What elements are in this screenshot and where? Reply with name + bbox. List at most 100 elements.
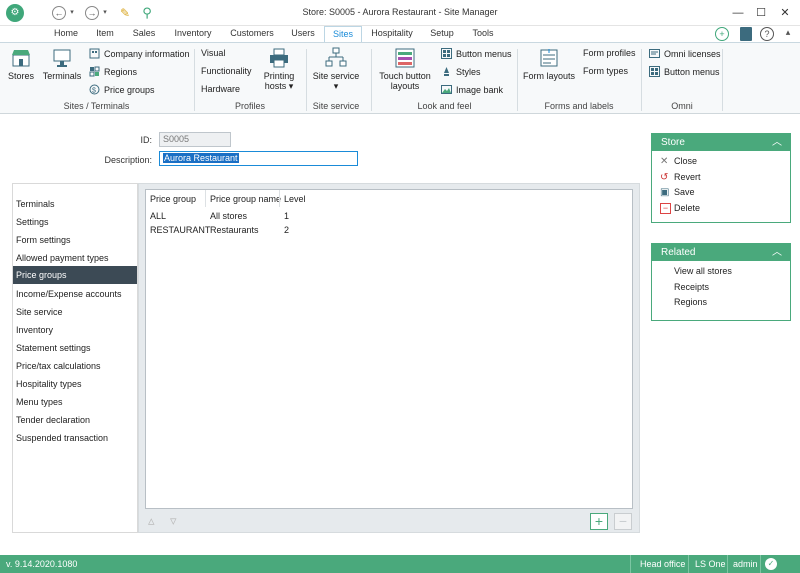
nav-item-menu-types[interactable]: Menu types [13, 393, 137, 411]
description-field[interactable]: Aurora Restaurant [159, 151, 358, 166]
stores-label: Stores [7, 71, 34, 81]
form-layouts-button[interactable]: Form layouts [521, 47, 577, 81]
tab-item[interactable]: Item [88, 26, 122, 42]
store-revert-link[interactable]: Revert [674, 172, 701, 182]
image-bank-icon [441, 85, 452, 94]
column-divider [279, 190, 280, 207]
functionality-button[interactable]: Functionality [201, 66, 252, 76]
column-header-level[interactable]: Level [284, 194, 306, 204]
nav-item-allowed-payment-types[interactable]: Allowed payment types [13, 249, 137, 267]
tab-tools[interactable]: Tools [466, 26, 500, 42]
nav-item-income-expense-accounts[interactable]: Income/Expense accounts [13, 285, 137, 303]
company-information-button[interactable]: Company information [89, 48, 190, 59]
visual-button[interactable]: Visual [201, 48, 225, 58]
price-groups-button[interactable]: $ Price groups [89, 84, 155, 95]
styles-button[interactable]: Styles [441, 66, 481, 77]
nav-item-terminals[interactable]: Terminals [13, 195, 137, 213]
nav-item-tender-declaration[interactable]: Tender declaration [13, 411, 137, 429]
minimize-button[interactable]: — [727, 3, 749, 23]
nav-item-hospitality-types[interactable]: Hospitality types [13, 375, 137, 393]
form-profiles-button[interactable]: Form profiles [583, 48, 636, 58]
omni-button-menus-label: Button menus [664, 67, 720, 77]
description-value: Aurora Restaurant [163, 153, 239, 163]
touch-button-layouts-label-1: Touch button [379, 71, 431, 81]
collapse-icon[interactable]: ︿ [772, 244, 782, 261]
table-row[interactable]: RESTAURANT Restaurants 2 [146, 223, 632, 237]
forward-dropdown-icon[interactable]: ▾ [101, 4, 109, 22]
printing-hosts-button[interactable]: Printing hosts ▾ [258, 47, 300, 92]
regions-button[interactable]: Regions [89, 66, 137, 77]
back-dropdown-icon[interactable]: ▾ [68, 4, 76, 22]
company-information-label: Company information [104, 49, 190, 59]
nav-item-inventory[interactable]: Inventory [13, 321, 137, 339]
nav-item-price-groups[interactable]: Price groups [13, 266, 137, 284]
store-close-link[interactable]: Close [674, 156, 697, 166]
nav-item-site-service[interactable]: Site service [13, 303, 137, 321]
svg-text:$: $ [92, 88, 96, 95]
button-menus-button[interactable]: Button menus [441, 48, 512, 59]
back-icon[interactable]: ← [52, 6, 66, 20]
price-groups-grid[interactable]: Price group Price group name Level ALL A… [145, 189, 633, 509]
add-circle-icon[interactable]: + [715, 27, 729, 41]
nav-item-suspended-transaction[interactable]: Suspended transaction [13, 429, 137, 447]
nav-item-form-settings[interactable]: Form settings [13, 231, 137, 249]
terminals-button[interactable]: Terminals [40, 47, 84, 81]
column-header-price-group-name[interactable]: Price group name [210, 194, 281, 204]
related-regions-link[interactable]: Regions [674, 297, 707, 307]
nav-item-price-tax-calculations[interactable]: Price/tax calculations [13, 357, 137, 375]
related-receipts-link[interactable]: Receipts [674, 282, 709, 292]
tab-home[interactable]: Home [48, 26, 84, 42]
store-delete-link[interactable]: Delete [674, 203, 700, 213]
search-icon[interactable]: ⚲ [138, 4, 156, 22]
hardware-button[interactable]: Hardware [201, 84, 240, 94]
notes-icon[interactable]: ✎ [116, 4, 134, 22]
touch-button-layouts-button[interactable]: Touch button layouts [376, 47, 434, 91]
database-icon[interactable] [740, 27, 752, 41]
remove-row-button[interactable]: − [614, 513, 632, 530]
omni-button-menus-button[interactable]: Button menus [649, 66, 720, 77]
move-up-icon[interactable]: ▵ [148, 513, 155, 529]
form-layouts-label: Form layouts [522, 71, 575, 81]
collapse-icon[interactable]: ︿ [772, 134, 782, 151]
button-menus-icon [649, 66, 660, 77]
store-save-link[interactable]: Save [674, 187, 695, 197]
tab-inventory[interactable]: Inventory [166, 26, 220, 42]
store-actions-panel: Store ︿ ✕ Close ↺ Revert ▣ Save − Delete [651, 133, 791, 223]
styles-icon [444, 67, 449, 76]
site-service-button[interactable]: Site service ▾ [311, 47, 361, 92]
form-types-button[interactable]: Form types [583, 66, 628, 76]
stores-button[interactable]: Stores [4, 47, 38, 81]
omni-licenses-button[interactable]: Omni licenses [649, 48, 721, 59]
tab-customers[interactable]: Customers [224, 26, 280, 42]
add-row-button[interactable]: + [590, 513, 608, 530]
printer-icon [270, 48, 288, 68]
tab-sites[interactable]: Sites [324, 26, 362, 42]
tab-hospitality[interactable]: Hospitality [366, 26, 418, 42]
forward-icon[interactable]: → [85, 6, 99, 20]
revert-icon: ↺ [660, 172, 669, 183]
status-divider [688, 555, 689, 573]
nav-item-settings[interactable]: Settings [13, 213, 137, 231]
tab-sales[interactable]: Sales [126, 26, 162, 42]
cell-level: 2 [284, 225, 290, 235]
move-down-icon[interactable]: ▿ [170, 513, 177, 529]
maximize-button[interactable]: ☐ [750, 3, 772, 23]
id-label: ID: [140, 135, 152, 145]
column-header-price-group[interactable]: Price group [150, 194, 196, 204]
collapse-ribbon-icon[interactable]: ▴ [782, 27, 794, 41]
terminal-icon [53, 49, 71, 67]
status-ok-icon: ✓ [765, 558, 777, 570]
image-bank-button[interactable]: Image bank [441, 84, 503, 95]
close-window-button[interactable]: ✕ [774, 3, 796, 23]
cell-price-group: ALL [150, 211, 167, 221]
nav-item-statement-settings[interactable]: Statement settings [13, 339, 137, 357]
tab-setup[interactable]: Setup [424, 26, 460, 42]
table-row[interactable]: ALL All stores 1 [146, 209, 632, 223]
help-icon[interactable]: ? [760, 27, 774, 41]
tab-users[interactable]: Users [284, 26, 322, 42]
related-panel-header[interactable]: Related ︿ [652, 244, 790, 261]
store-panel-header[interactable]: Store ︿ [652, 134, 790, 151]
location-text: Head office [640, 559, 686, 569]
status-divider [727, 555, 728, 573]
related-view-all-stores-link[interactable]: View all stores [674, 266, 732, 276]
